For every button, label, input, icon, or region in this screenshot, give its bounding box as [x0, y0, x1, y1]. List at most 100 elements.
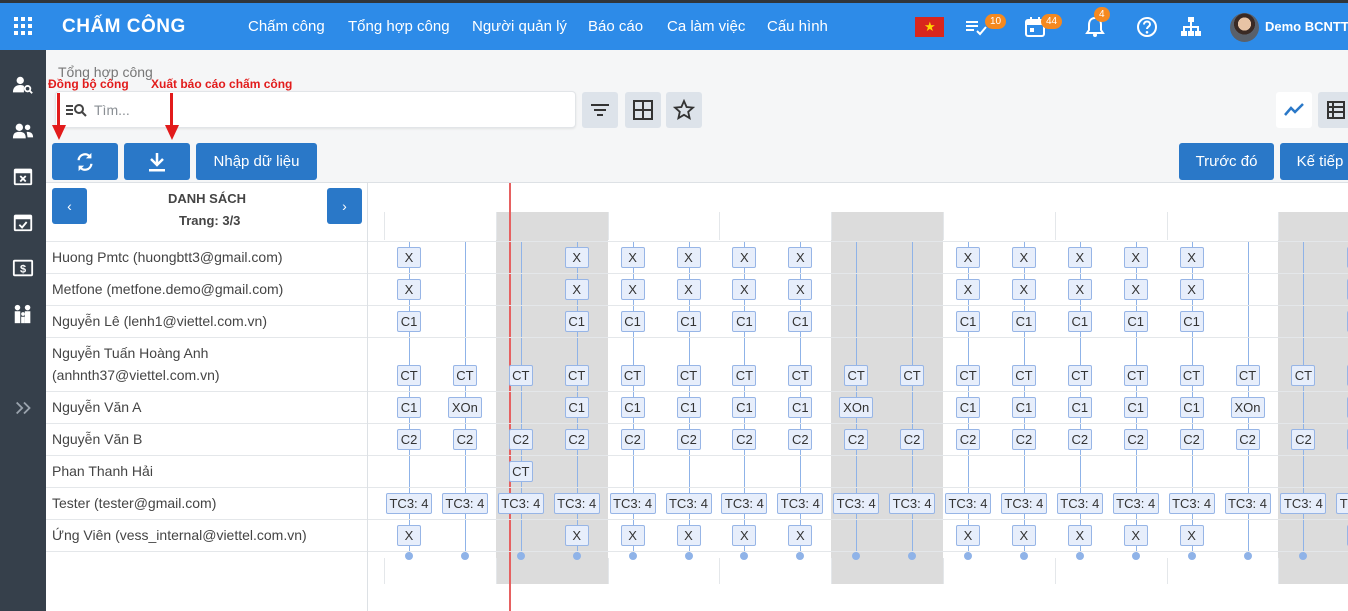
nav-nguoi-quan-ly[interactable]: Người quản lý — [472, 18, 567, 35]
timesheet-entry[interactable]: C1 — [1067, 311, 1092, 332]
timesheet-entry[interactable]: X — [732, 247, 757, 268]
import-data-button[interactable]: Nhập dữ liệu — [196, 143, 317, 180]
nav-cau-hinh[interactable]: Cấu hình — [767, 18, 828, 35]
timesheet-entry[interactable]: X — [620, 279, 645, 300]
timesheet-entry[interactable]: C1 — [564, 397, 589, 418]
timeline-view-button[interactable] — [1276, 92, 1312, 128]
timesheet-entry[interactable]: CT — [508, 461, 533, 482]
timesheet-entry[interactable]: C2 — [1235, 429, 1260, 450]
timesheet-entry[interactable]: CT — [788, 365, 813, 386]
timesheet-entry[interactable]: C1 — [788, 397, 813, 418]
timesheet-entry[interactable]: XOn — [1230, 397, 1265, 418]
app-brand[interactable]: CHẤM CÔNG — [62, 16, 186, 38]
timesheet-entry[interactable]: C2 — [452, 429, 477, 450]
timesheet-entry[interactable]: X — [1011, 525, 1036, 546]
timesheet-entry[interactable]: C2 — [788, 429, 813, 450]
timesheet-entry[interactable]: CT — [620, 365, 645, 386]
next-button[interactable]: Kế tiếp — [1280, 143, 1348, 180]
previous-button[interactable]: Trước đó — [1179, 143, 1274, 180]
nav-ca-lam-viec[interactable]: Ca làm việc — [667, 18, 745, 35]
timesheet-entry[interactable]: X — [676, 525, 701, 546]
users-group-icon[interactable] — [12, 120, 34, 142]
timesheet-entry[interactable]: TC3: 4 — [889, 493, 936, 514]
timesheet-entry[interactable]: X — [956, 279, 980, 300]
timesheet-entry[interactable]: X — [956, 525, 980, 546]
user-name[interactable]: Demo BCNTT — [1265, 19, 1348, 34]
timesheet-entry[interactable]: CT — [1179, 365, 1204, 386]
employee-name[interactable]: Nguyễn Văn B — [52, 428, 142, 450]
timesheet-entry[interactable]: CT — [844, 365, 869, 386]
timesheet-entry[interactable]: C1 — [1011, 311, 1036, 332]
employee-name[interactable]: Nguyễn Văn A — [52, 396, 142, 418]
timesheet-entry[interactable]: X — [1011, 247, 1036, 268]
user-avatar[interactable] — [1230, 13, 1259, 42]
timesheet-entry[interactable]: X — [564, 247, 589, 268]
table-view-button[interactable] — [1318, 92, 1348, 128]
timesheet-entry[interactable]: C1 — [676, 397, 701, 418]
timesheet-entry[interactable]: X — [1179, 247, 1204, 268]
employee-name[interactable]: Phan Thanh Hải — [52, 460, 153, 482]
timesheet-entry[interactable]: CT — [732, 365, 757, 386]
timesheet-entry[interactable]: X — [788, 247, 813, 268]
timesheet-entry[interactable]: TC3: 4 — [553, 493, 600, 514]
timesheet-entry[interactable]: CT — [508, 365, 533, 386]
org-chart-icon[interactable] — [1179, 15, 1203, 39]
timesheet-entry[interactable]: X — [1179, 525, 1204, 546]
timesheet-entry[interactable]: X — [564, 279, 589, 300]
timesheet-entry[interactable]: X — [1123, 247, 1148, 268]
timesheet-entry[interactable]: TC3: 4 — [1336, 493, 1348, 514]
timesheet-entry[interactable]: C2 — [1123, 429, 1148, 450]
timesheet-entry[interactable]: X — [397, 525, 421, 546]
export-report-button[interactable] — [124, 143, 190, 180]
timesheet-entry[interactable]: C1 — [956, 311, 980, 332]
timesheet-entry[interactable]: TC3: 4 — [441, 493, 488, 514]
timesheet-entry[interactable]: X — [732, 525, 757, 546]
timesheet-entry[interactable]: CT — [452, 365, 477, 386]
timesheet-entry[interactable]: X — [397, 247, 421, 268]
timesheet-entry[interactable]: TC3: 4 — [1280, 493, 1327, 514]
timesheet-entry[interactable]: C2 — [1179, 429, 1204, 450]
timesheet-entry[interactable]: CT — [564, 365, 589, 386]
timesheet-entry[interactable]: XOn — [839, 397, 874, 418]
timesheet-entry[interactable]: C2 — [1291, 429, 1316, 450]
timesheet-entry[interactable]: X — [1067, 279, 1092, 300]
calendar-cancel-icon[interactable] — [12, 165, 34, 187]
timesheet-entry[interactable]: C2 — [564, 429, 589, 450]
employee-name[interactable]: Tester (tester@gmail.com) — [52, 492, 216, 514]
timesheet-entry[interactable]: C1 — [1011, 397, 1036, 418]
timesheet-entry[interactable]: C1 — [1179, 397, 1204, 418]
timesheet-entry[interactable]: C2 — [397, 429, 421, 450]
timesheet-entry[interactable]: C1 — [676, 311, 701, 332]
sync-button[interactable] — [52, 143, 118, 180]
timesheet-entry[interactable]: C1 — [1179, 311, 1204, 332]
help-icon[interactable] — [1135, 15, 1159, 39]
nav-cham-cong[interactable]: Chấm công — [248, 18, 325, 35]
employee-name[interactable]: Metfone (metfone.demo@gmail.com) — [52, 278, 283, 300]
timesheet-entry[interactable]: CT — [397, 365, 421, 386]
timesheet-entry[interactable]: X — [1179, 279, 1204, 300]
employee-name[interactable]: Nguyễn Lê (lenh1@viettel.com.vn) — [52, 310, 267, 332]
timesheet-entry[interactable]: C1 — [1123, 311, 1148, 332]
timesheet-entry[interactable]: C2 — [508, 429, 533, 450]
timesheet-entry[interactable]: CT — [1123, 365, 1148, 386]
timesheet-entry[interactable]: TC3: 4 — [721, 493, 768, 514]
timesheet-entry[interactable]: X — [1123, 525, 1148, 546]
timesheet-entry[interactable]: C2 — [1067, 429, 1092, 450]
search-box[interactable] — [55, 91, 576, 128]
calendar-check-icon[interactable] — [12, 211, 34, 233]
timesheet-entry[interactable]: X — [1011, 279, 1036, 300]
timesheet-entry[interactable]: X — [788, 279, 813, 300]
timesheet-entry[interactable]: TC3: 4 — [1224, 493, 1271, 514]
user-search-icon[interactable] — [12, 74, 34, 96]
family-icon[interactable] — [12, 303, 34, 325]
timesheet-entry[interactable]: TC3: 4 — [497, 493, 544, 514]
timesheet-entry[interactable]: C2 — [1011, 429, 1036, 450]
timesheet-entry[interactable]: X — [788, 525, 813, 546]
timesheet-entry[interactable]: C1 — [1067, 397, 1092, 418]
timesheet-entry[interactable]: X — [1067, 525, 1092, 546]
timesheet-entry[interactable]: C2 — [956, 429, 980, 450]
favorite-button[interactable] — [666, 92, 702, 128]
list-prev-page-button[interactable]: ‹ — [52, 188, 87, 224]
timesheet-entry[interactable]: C1 — [1123, 397, 1148, 418]
timesheet-entry[interactable]: TC3: 4 — [777, 493, 824, 514]
